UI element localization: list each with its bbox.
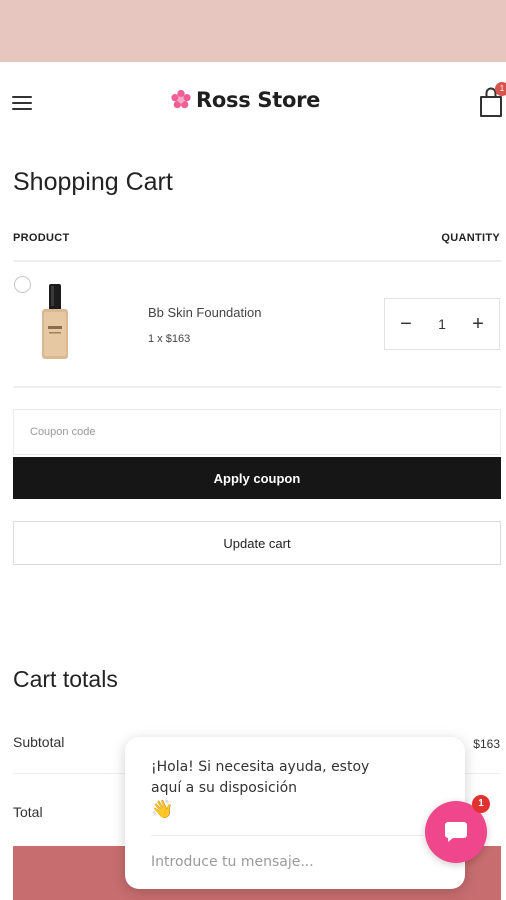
apply-coupon-button[interactable]: Apply coupon xyxy=(13,457,501,499)
divider xyxy=(13,260,501,262)
total-label: Total xyxy=(13,804,43,820)
chat-unread-badge: 1 xyxy=(472,795,490,813)
product-price: 1 x $163 xyxy=(148,333,191,345)
cart-count-badge: 1 xyxy=(495,82,506,96)
column-header-product: PRODUCT xyxy=(13,232,70,244)
waving-hand-icon: 👋 xyxy=(151,799,174,819)
page-title: Shopping Cart xyxy=(13,168,173,196)
chat-popup: ¡Hola! Si necesita ayuda, estoy aquí a s… xyxy=(125,737,465,889)
chat-greeting: ¡Hola! Si necesita ayuda, estoy aquí a s… xyxy=(151,759,370,796)
quantity-stepper: − 1 + xyxy=(384,298,500,350)
subtotal-label: Subtotal xyxy=(13,734,65,750)
product-name[interactable]: Bb Skin Foundation xyxy=(148,305,261,320)
column-header-quantity: QUANTITY xyxy=(441,232,500,244)
flower-logo-icon xyxy=(171,89,191,109)
quantity-value[interactable]: 1 xyxy=(438,316,446,332)
quantity-decrease-button[interactable]: − xyxy=(399,313,413,336)
site-header: Ross Store 1 xyxy=(0,62,506,142)
chat-message-input[interactable] xyxy=(151,849,423,875)
remove-item-button[interactable] xyxy=(14,276,31,293)
hamburger-menu-icon[interactable] xyxy=(12,96,32,112)
foundation-bottle-image xyxy=(42,284,68,359)
cart-totals-title: Cart totals xyxy=(13,666,118,692)
announcement-bar xyxy=(0,0,506,62)
divider xyxy=(13,386,501,388)
chat-divider xyxy=(151,835,423,836)
chat-bubble-icon xyxy=(445,822,467,842)
store-logo[interactable]: Ross Store xyxy=(170,88,320,112)
coupon-code-input[interactable] xyxy=(13,409,501,455)
update-cart-button[interactable]: Update cart xyxy=(13,521,501,565)
quantity-increase-button[interactable]: + xyxy=(471,313,485,336)
store-name: Ross Store xyxy=(196,88,321,112)
subtotal-value: $163 xyxy=(473,737,500,751)
